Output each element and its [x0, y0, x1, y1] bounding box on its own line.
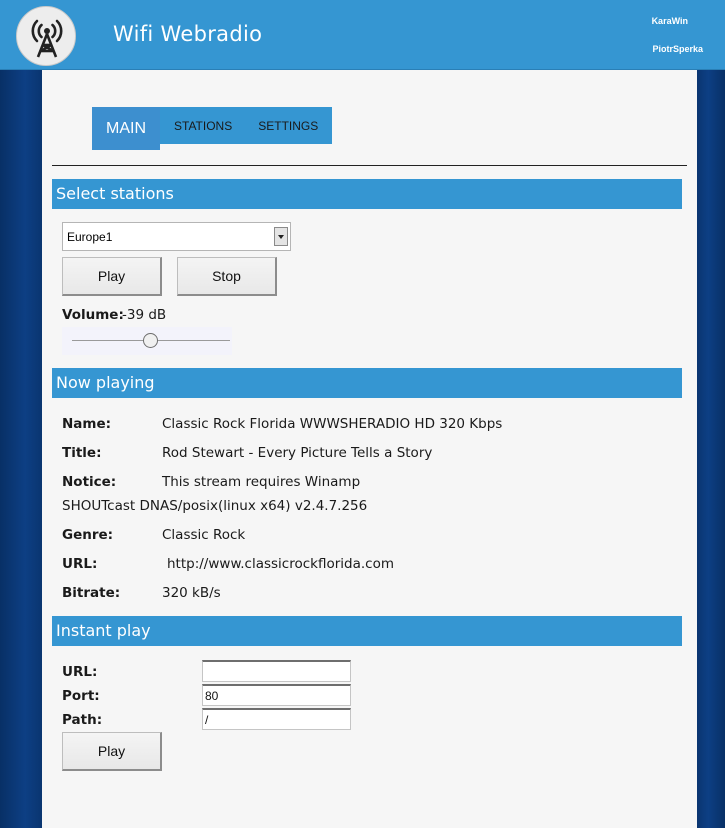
url-label: URL: [62, 556, 98, 572]
station-select[interactable]: Europe1 [62, 222, 291, 251]
instant-url-label: URL: [62, 664, 98, 680]
select-stations-heading: Select stations [52, 179, 682, 209]
author-link-piotrsperka[interactable]: PiotrSperka [652, 44, 703, 54]
radio-tower-icon [31, 19, 63, 58]
tab-divider [52, 165, 687, 166]
name-value: Classic Rock Florida WWWSHERADIO HD 320 … [162, 416, 503, 432]
tab-settings[interactable]: SETTINGS [245, 107, 333, 144]
port-input[interactable] [202, 684, 351, 706]
notice-label: Notice: [62, 474, 117, 490]
volume-label: Volume: [62, 307, 124, 323]
tab-bar: MAIN STATIONS SETTINGS [92, 107, 333, 150]
author-link-karawin[interactable]: KaraWin [652, 16, 688, 26]
volume-slider-thumb[interactable] [143, 333, 158, 348]
main-content: MAIN STATIONS SETTINGS Select stations E… [42, 70, 697, 828]
genre-label: Genre: [62, 527, 114, 543]
app-title: Wifi Webradio [113, 22, 263, 46]
left-background-stripe [0, 70, 42, 828]
tab-stations[interactable]: STATIONS [160, 107, 246, 144]
app-logo [16, 6, 76, 66]
instant-url-input[interactable] [202, 660, 351, 682]
notice-value-line1: This stream requires Winamp [162, 474, 361, 490]
volume-value: -39 dB [122, 307, 167, 323]
right-background-stripe [697, 70, 725, 828]
bitrate-value: 320 kB/s [162, 585, 221, 601]
station-select-value: Europe1 [67, 230, 113, 244]
notice-value-line2: SHOUTcast DNAS/posix(linux x64) v2.4.7.2… [62, 498, 368, 514]
play-button[interactable]: Play [62, 257, 162, 296]
title-label: Title: [62, 445, 102, 461]
path-label: Path: [62, 712, 103, 728]
url-value[interactable]: http://www.classicrockflorida.com [167, 556, 394, 572]
stop-button[interactable]: Stop [177, 257, 277, 296]
instant-play-heading: Instant play [52, 616, 682, 646]
chevron-down-icon[interactable] [274, 227, 288, 246]
name-label: Name: [62, 416, 112, 432]
instant-play-button[interactable]: Play [62, 732, 162, 771]
genre-value: Classic Rock [162, 527, 246, 543]
tab-main[interactable]: MAIN [92, 107, 160, 150]
title-value: Rod Stewart - Every Picture Tells a Stor… [162, 445, 433, 461]
bitrate-label: Bitrate: [62, 585, 121, 601]
path-input[interactable] [202, 708, 351, 730]
now-playing-heading: Now playing [52, 368, 682, 398]
app-header: Wifi Webradio KaraWin PiotrSperka [0, 0, 725, 70]
port-label: Port: [62, 688, 100, 704]
